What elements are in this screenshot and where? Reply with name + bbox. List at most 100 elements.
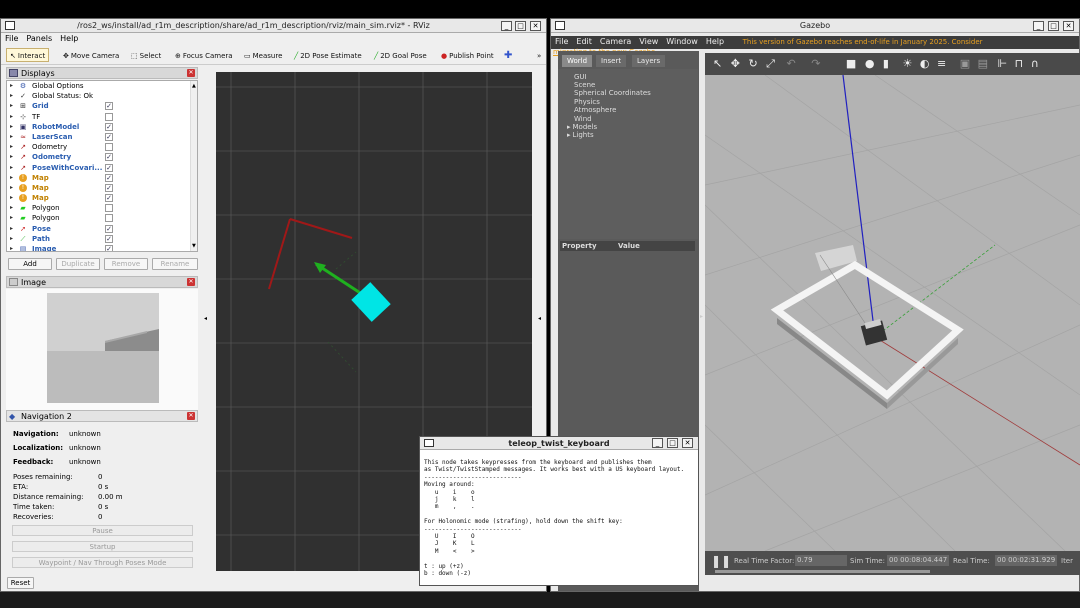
menu-help[interactable]: Help xyxy=(56,33,82,44)
gazebo-3d-viewport[interactable] xyxy=(705,75,1080,551)
pause-button[interactable]: Pause xyxy=(12,525,193,536)
tool-focus-camera[interactable]: ⊕ Focus Camera xyxy=(175,49,233,63)
display-item[interactable]: ▸ ≈ LaserScan ✓ xyxy=(7,132,197,142)
expand-arrow-icon[interactable]: ▸ xyxy=(10,112,13,122)
close-button[interactable]: ✕ xyxy=(1063,21,1074,31)
display-item[interactable]: ▸! Map ✓ xyxy=(7,193,197,203)
snap-icon[interactable]: ⊓ xyxy=(1015,57,1024,70)
display-checkbox[interactable]: ✓ xyxy=(105,132,113,141)
display-item[interactable]: ▸ ⟋ Path ✓ xyxy=(7,234,197,244)
tool-publish-point[interactable]: ● Publish Point xyxy=(441,49,494,63)
box-shape-icon[interactable]: ■ xyxy=(846,57,856,70)
maximize-button[interactable]: □ xyxy=(1048,21,1059,31)
display-item[interactable]: ▸ ⊞ Grid ✓ xyxy=(7,101,197,111)
display-checkbox[interactable]: ✓ xyxy=(105,173,113,182)
undo-icon[interactable]: ↶ xyxy=(786,57,795,70)
cylinder-shape-icon[interactable]: ▮ xyxy=(883,57,889,70)
reset-button[interactable]: Reset xyxy=(7,577,34,589)
expand-arrow-icon[interactable]: ▸ xyxy=(10,163,13,173)
display-item[interactable]: ▸ ✓ Global Status: Ok xyxy=(7,91,197,101)
align-icon[interactable]: ⊩ xyxy=(998,57,1008,70)
world-item-models[interactable]: ▸ Models xyxy=(567,123,597,131)
expand-arrow-icon[interactable]: ▸ xyxy=(10,213,13,223)
maximize-button[interactable]: □ xyxy=(515,21,526,31)
paste-icon[interactable]: ▤ xyxy=(978,57,988,70)
display-item[interactable]: ▸! Map ✓ xyxy=(7,183,197,193)
close-icon[interactable]: ✕ xyxy=(187,412,195,420)
expand-arrow-icon[interactable]: ▸ xyxy=(10,132,13,142)
minimize-button[interactable]: _ xyxy=(1033,21,1044,31)
expand-arrow-icon[interactable]: ▸ xyxy=(10,183,13,193)
display-item[interactable]: ▸ ↗ Odometry ✓ xyxy=(7,152,197,162)
rotate-mode-icon[interactable]: ↻ xyxy=(748,57,757,70)
menu-help[interactable]: Help xyxy=(702,36,728,47)
add-display-button[interactable]: Add xyxy=(8,258,52,270)
display-item[interactable]: ▸ ➚ Pose ✓ xyxy=(7,224,197,234)
menu-file[interactable]: File xyxy=(551,36,572,47)
display-item[interactable]: ▸ ▰ Polygon xyxy=(7,203,197,213)
expand-arrow-icon[interactable]: ▸ xyxy=(10,122,13,132)
expand-arrow-icon[interactable]: ▸ xyxy=(10,244,13,251)
display-item[interactable]: ▸! Map ✓ xyxy=(7,173,197,183)
menu-file[interactable]: File xyxy=(1,33,22,44)
startup-button[interactable]: Startup xyxy=(12,541,193,552)
display-checkbox[interactable] xyxy=(105,112,113,121)
display-checkbox[interactable]: ✓ xyxy=(105,163,113,172)
point-light-icon[interactable]: ☀ xyxy=(902,57,912,70)
display-checkbox[interactable] xyxy=(105,204,113,213)
menu-window[interactable]: Window xyxy=(662,36,702,47)
display-checkbox[interactable]: ✓ xyxy=(105,183,113,192)
display-item[interactable]: ▸ ⚙ Global Options xyxy=(7,81,197,91)
redo-icon[interactable]: ↷ xyxy=(811,57,820,70)
more-tools-icon[interactable]: » xyxy=(537,49,541,63)
maximize-button[interactable]: □ xyxy=(667,438,678,448)
expand-arrow-icon[interactable]: ▸ xyxy=(10,234,13,244)
tab-world[interactable]: World xyxy=(562,55,593,67)
display-checkbox[interactable]: ✓ xyxy=(105,245,113,251)
duplicate-display-button[interactable]: Duplicate xyxy=(56,258,100,270)
close-icon[interactable]: ✕ xyxy=(187,69,195,77)
world-item-lights[interactable]: ▸ Lights xyxy=(567,131,594,139)
panel-splitter-icon[interactable]: ▸ xyxy=(700,313,703,320)
display-item[interactable]: ▸ ▤ Image ✓ xyxy=(7,244,197,251)
expand-arrow-icon[interactable]: ▸ xyxy=(10,173,13,183)
expand-arrow-icon[interactable]: ▸ xyxy=(10,152,13,162)
menu-view[interactable]: View xyxy=(635,36,662,47)
expand-arrow-icon[interactable]: ▸ xyxy=(10,91,13,101)
copy-icon[interactable]: ▣ xyxy=(960,57,970,70)
rviz-titlebar[interactable]: /ros2_ws/install/ad_r1m_description/shar… xyxy=(1,19,546,33)
tool-move-camera[interactable]: ✥ Move Camera xyxy=(63,49,119,63)
display-item[interactable]: ▸ ▣ RobotModel ✓ xyxy=(7,122,197,132)
expand-arrow-icon[interactable]: ▸ xyxy=(10,81,13,91)
expand-arrow-icon[interactable]: ▸ xyxy=(10,193,13,203)
scale-mode-icon[interactable]: ⤢ xyxy=(766,57,775,70)
display-checkbox[interactable]: ✓ xyxy=(105,224,113,233)
tab-insert[interactable]: Insert xyxy=(596,55,627,67)
world-item-atmosphere[interactable]: Atmosphere xyxy=(574,106,616,114)
minimize-button[interactable]: _ xyxy=(652,438,663,448)
display-item[interactable]: ▸ ⊹ TF xyxy=(7,112,197,122)
waypoint-mode-button[interactable]: Waypoint / Nav Through Poses Mode xyxy=(12,557,193,568)
directional-light-icon[interactable]: ≡ xyxy=(937,57,946,70)
display-item[interactable]: ▸ ↗ PoseWithCovari... ✓ xyxy=(7,163,197,173)
sphere-shape-icon[interactable]: ● xyxy=(865,57,875,70)
close-button[interactable]: ✕ xyxy=(530,21,541,31)
world-item-physics[interactable]: Physics xyxy=(574,98,600,106)
translate-mode-icon[interactable]: ✥ xyxy=(731,57,740,70)
tool-measure[interactable]: ▭ Measure xyxy=(244,49,282,63)
minimize-button[interactable]: _ xyxy=(501,21,512,31)
expand-arrow-icon[interactable]: ▸ xyxy=(10,142,13,152)
teleop-titlebar[interactable]: teleop_twist_keyboard _ □ ✕ xyxy=(420,437,698,450)
display-item[interactable]: ▸ ▰ Polygon xyxy=(7,213,197,223)
left-splitter-icon[interactable]: ◂ xyxy=(204,315,207,322)
display-item[interactable]: ▸ ↗ Odometry xyxy=(7,142,197,152)
display-checkbox[interactable]: ✓ xyxy=(105,102,113,111)
spot-light-icon[interactable]: ◐ xyxy=(920,57,930,70)
display-checkbox[interactable]: ✓ xyxy=(105,234,113,243)
add-tool-button[interactable]: ✚ xyxy=(504,49,512,63)
tool-2d-goal-pose[interactable]: ╱ 2D Goal Pose xyxy=(374,49,427,63)
pause-sim-icon[interactable]: ❚❚ xyxy=(711,554,731,568)
close-button[interactable]: ✕ xyxy=(682,438,693,448)
display-checkbox[interactable] xyxy=(105,214,113,223)
horizontal-scrollbar[interactable] xyxy=(715,570,930,573)
